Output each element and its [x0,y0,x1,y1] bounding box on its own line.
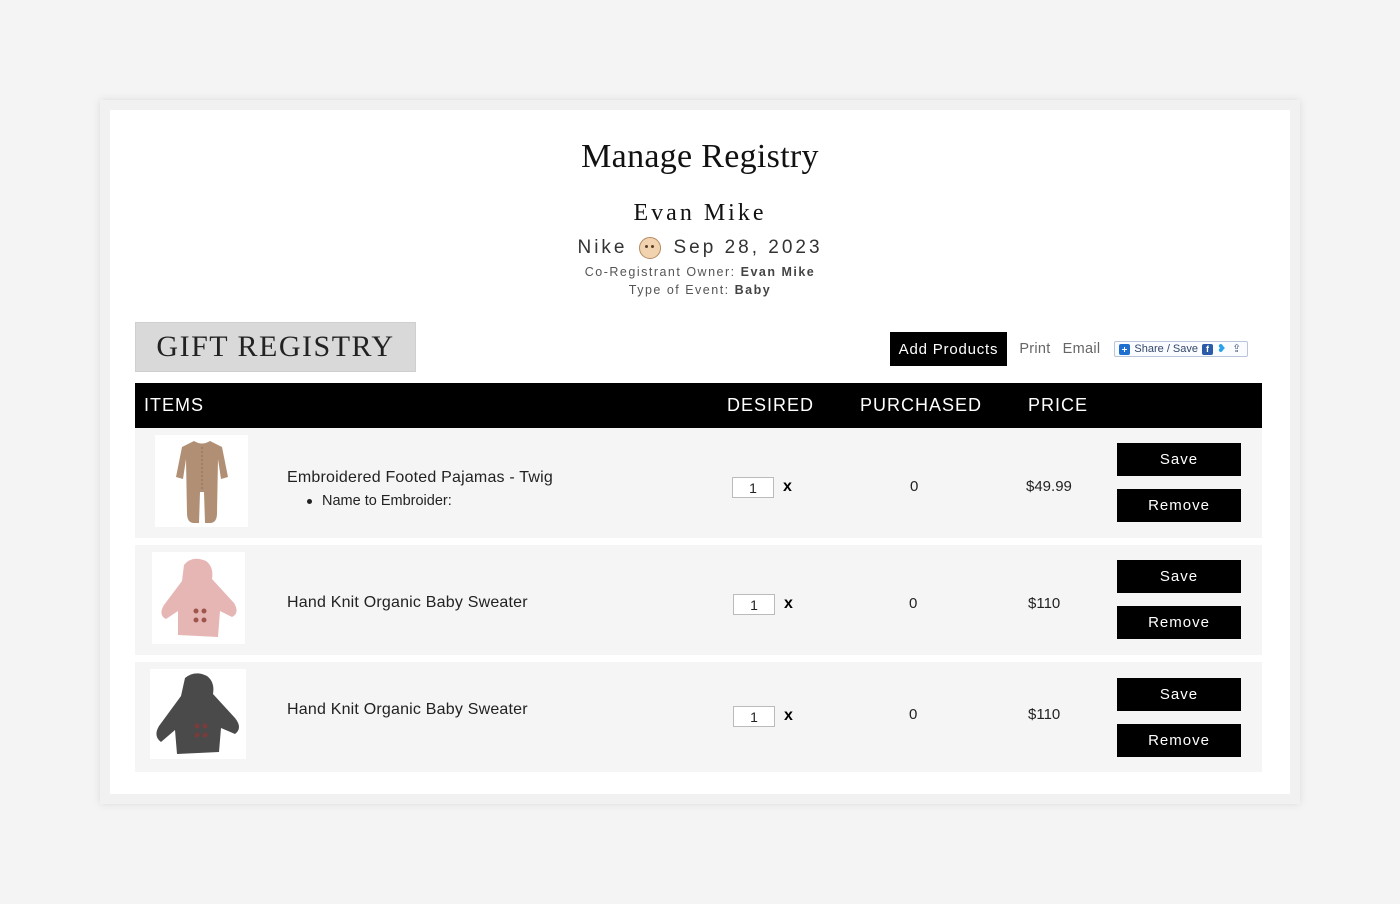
co-registrant-line: Co-Registrant Owner: Evan Mike [110,265,1290,279]
share-save-label: Share / Save [1134,343,1198,355]
remove-button[interactable]: Remove [1117,489,1241,522]
quantity-multiplier: x [783,478,792,495]
event-type-value: Baby [734,283,772,297]
purchased-count: 0 [909,595,918,612]
page-title: Manage Registry [581,138,819,175]
table-row: Hand Knit Organic Baby Sweater x 0 $110 … [135,662,1262,772]
table-row: Hand Knit Organic Baby Sweater x 0 $110 … [135,545,1262,655]
tab-gift-registry[interactable]: GIFT REGISTRY [135,322,416,372]
item-option: Name to Embroider: [307,493,452,509]
desired-quantity-input[interactable] [732,477,774,498]
quantity-multiplier: x [784,595,793,612]
bullet-icon [307,498,312,504]
save-button[interactable]: Save [1117,560,1241,593]
table-header: ITEMS DESIRED PURCHASED PRICE [135,383,1262,428]
registrant-name: Evan Mike [633,200,767,226]
event-date: Sep 28, 2023 [673,237,823,258]
registry-toolbar: Add Products Print Email Share / Save f … [889,332,1248,366]
column-items: ITEMS [144,395,205,415]
item-price: $110 [1028,595,1061,612]
purchased-count: 0 [909,706,918,723]
item-name[interactable]: Hand Knit Organic Baby Sweater [287,594,528,612]
twitter-icon: ❥ [1217,342,1227,355]
remove-button[interactable]: Remove [1117,724,1241,757]
item-price: $110 [1028,706,1061,723]
item-name[interactable]: Embroidered Footed Pajamas - Twig [287,469,553,487]
product-image[interactable] [155,435,248,527]
table-row: Embroidered Footed Pajamas - Twig Name t… [135,428,1262,538]
gray-sweater-image [156,673,239,754]
save-button[interactable]: Save [1117,678,1241,711]
product-image[interactable] [152,552,245,644]
desired-quantity-input[interactable] [733,594,775,615]
event-type-line: Type of Event: Baby [110,283,1290,297]
footed-pajamas-image [175,441,228,523]
co-registrant-label: Co-Registrant Owner: [584,265,736,279]
desired-quantity-input[interactable] [733,706,775,727]
registry-card-frame: Manage Registry Evan Mike Nike Sep 28, 2… [100,100,1300,804]
co-registrant-value: Evan Mike [740,265,816,279]
share-arrow-icon: ⇪ [1232,342,1242,355]
event-line: Nike Sep 28, 2023 [110,237,1290,259]
add-products-button[interactable]: Add Products [889,332,1008,366]
plus-icon [1119,343,1131,355]
pink-sweater-image [160,558,237,637]
quantity-multiplier: x [784,707,793,724]
share-save-button[interactable]: Share / Save f ❥ ⇪ [1114,341,1248,357]
event-name: Nike [577,237,628,258]
item-price: $49.99 [1026,478,1072,495]
item-option-label: Name to Embroider: [322,493,452,509]
product-image[interactable] [150,669,246,759]
column-price: PRICE [1028,395,1089,415]
email-link[interactable]: Email [1063,341,1101,357]
facebook-icon: f [1202,343,1213,355]
column-desired: DESIRED [727,395,815,415]
column-purchased: PURCHASED [860,395,983,415]
save-button[interactable]: Save [1117,443,1241,476]
item-name[interactable]: Hand Knit Organic Baby Sweater [287,701,528,719]
baby-face-icon [639,237,662,259]
purchased-count: 0 [910,478,919,495]
remove-button[interactable]: Remove [1117,606,1241,639]
event-type-label: Type of Event: [628,283,730,297]
registry-card: Manage Registry Evan Mike Nike Sep 28, 2… [110,110,1290,794]
print-link[interactable]: Print [1019,341,1050,357]
